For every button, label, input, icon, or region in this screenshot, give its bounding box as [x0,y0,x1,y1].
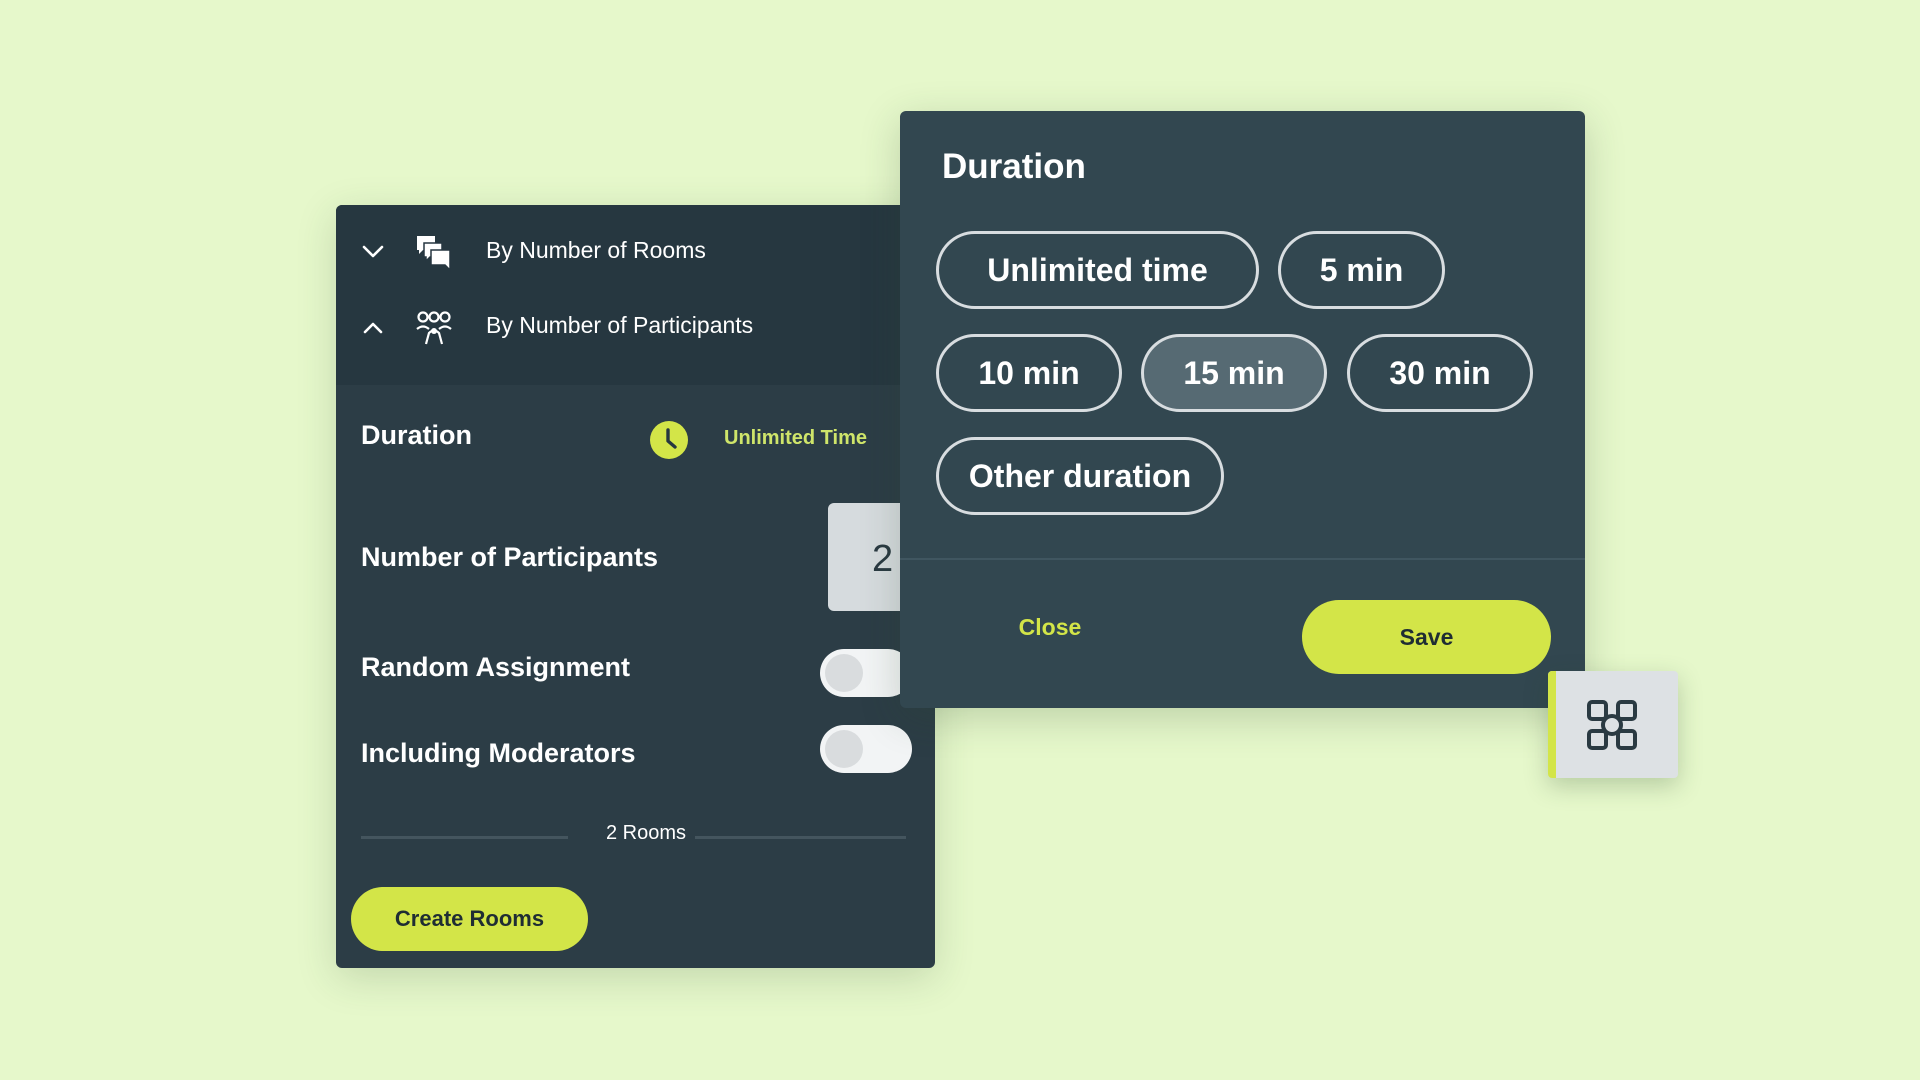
breakout-panel-content: By Number of Rooms By Number of Particip… [336,205,948,968]
divider-left [361,836,568,839]
duration-option-10-min[interactable]: 10 min [936,334,1122,412]
modal-divider [900,558,1585,560]
duration-option-30-min[interactable]: 30 min [1347,334,1533,412]
chat-bubbles-icon [417,236,451,272]
breakout-rooms-widget[interactable] [1548,671,1678,778]
create-rooms-button[interactable]: Create Rooms [351,887,588,951]
toggle-knob [825,654,863,692]
mode-label-by-rooms: By Number of Rooms [486,237,706,263]
modal-title: Duration [942,147,1086,186]
duration-value-link[interactable]: Unlimited Time [724,427,867,450]
clock-icon[interactable] [649,420,689,460]
mode-row-by-participants[interactable]: By Number of Participants [336,297,935,357]
random-assignment-label: Random Assignment [361,652,631,682]
duration-option-5-min[interactable]: 5 min [1278,231,1445,309]
close-button[interactable]: Close [990,602,1110,652]
divider-right [695,836,906,839]
chevron-down-icon[interactable] [358,236,388,266]
duration-label: Duration [361,420,472,450]
group-icon [416,311,452,345]
mode-row-by-rooms[interactable]: By Number of Rooms [336,222,935,282]
random-assignment-toggle[interactable] [820,649,912,697]
including-moderators-toggle[interactable] [820,725,912,773]
duration-option-15-min[interactable]: 15 min [1141,334,1327,412]
duration-option-unlimited[interactable]: Unlimited time [936,231,1259,309]
participants-value: 2 [872,538,894,580]
duration-modal: Duration Unlimited time 5 min 10 min 15 … [900,111,1585,708]
chevron-up-icon[interactable] [358,313,388,343]
widget-accent-bar [1548,671,1556,778]
participants-label: Number of Participants [361,542,659,572]
toggle-knob [825,730,863,768]
save-button[interactable]: Save [1302,600,1551,674]
mode-label-by-participants: By Number of Participants [486,312,754,338]
breakout-rooms-icon [1587,700,1637,750]
including-moderators-label: Including Moderators [361,738,636,768]
duration-option-other[interactable]: Other duration [936,437,1224,515]
rooms-count: 2 Rooms [605,822,687,844]
